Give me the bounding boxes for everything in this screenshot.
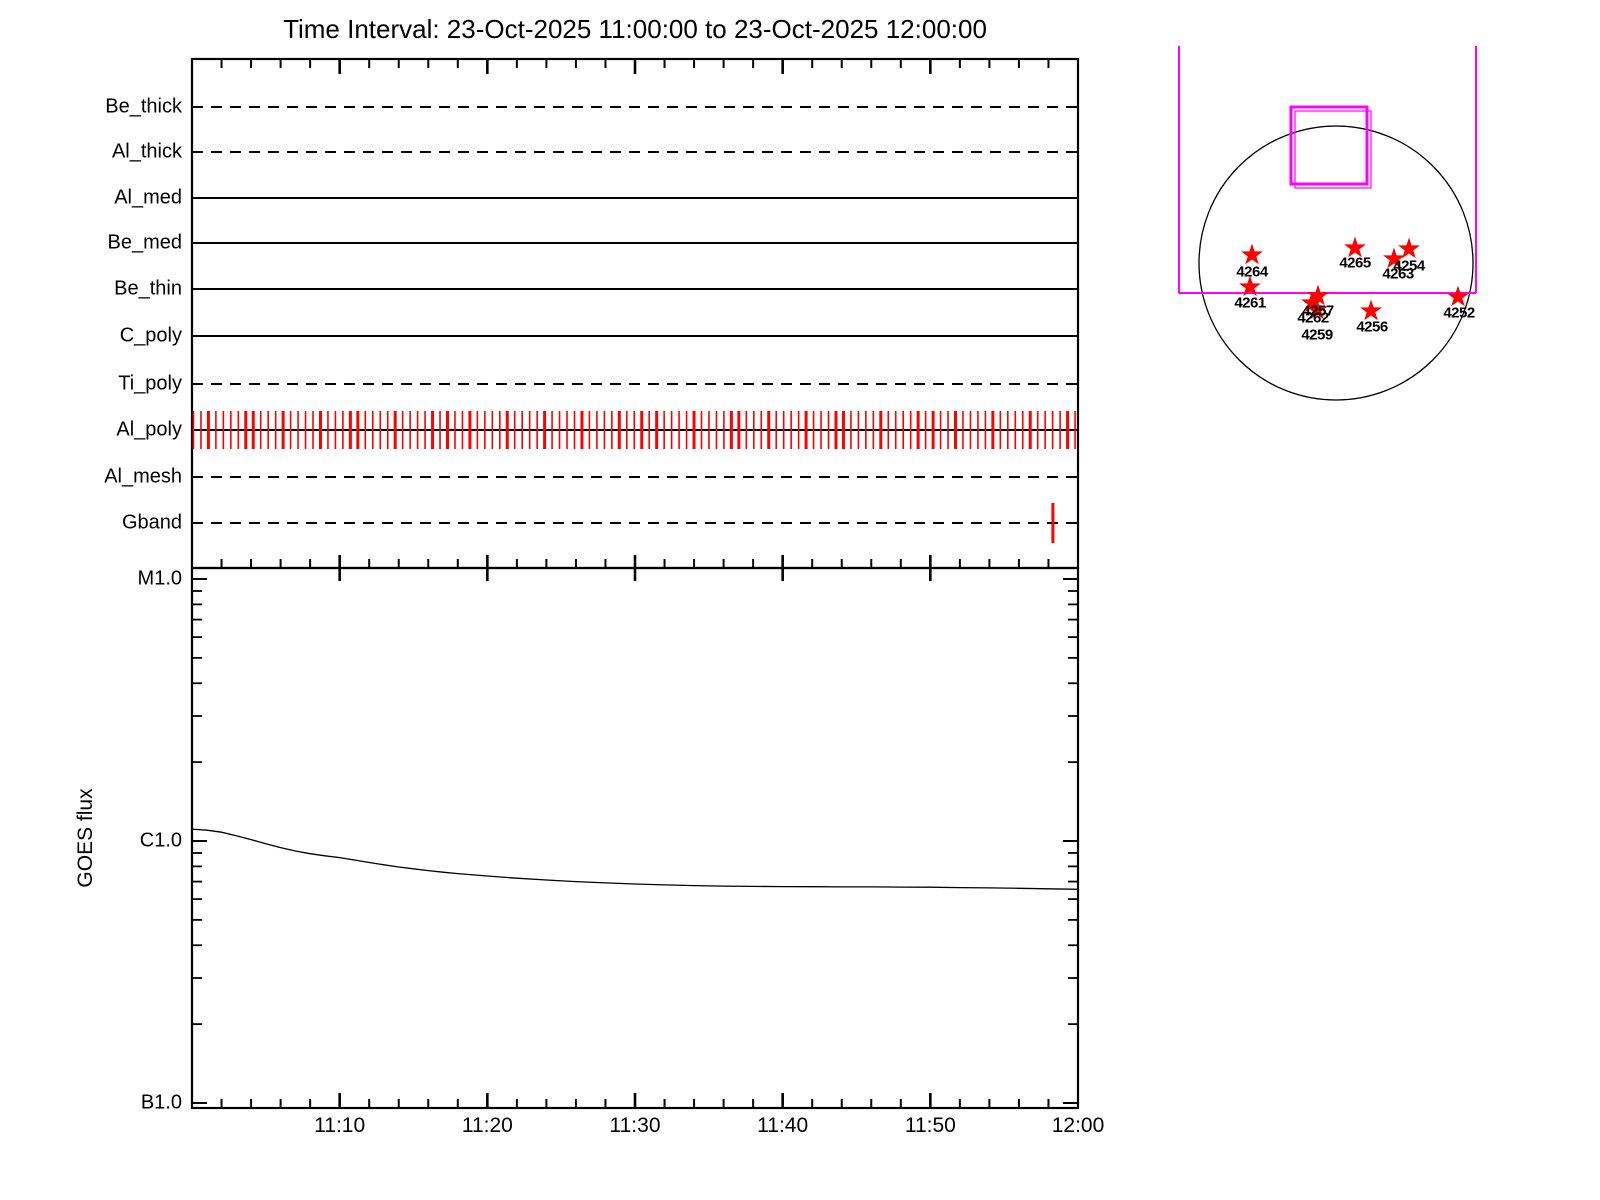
- active-region-label-4265: 4265: [1339, 254, 1371, 272]
- pointing-box-inner: [1294, 110, 1372, 189]
- time-tick-label-1150: 11:50: [904, 1114, 956, 1137]
- active-region-label-4252: 4252: [1443, 304, 1475, 322]
- filter-label-ti_poly: Ti_poly: [118, 372, 182, 395]
- plot-title: Time Interval: 23-Oct-2025 11:00:00 to 2…: [283, 14, 987, 44]
- filter-label-be_med: Be_med: [107, 231, 183, 254]
- active-region-label-4256: 4256: [1356, 318, 1388, 336]
- active-region-label-4262: 4262: [1297, 309, 1329, 327]
- filter-panel-frame: [190, 57, 1080, 570]
- goes-panel-frame: [190, 566, 1080, 1110]
- goes-ytick-label-m1.0: M1.0: [137, 567, 182, 590]
- goes-flux-axis-title: GOES flux: [74, 788, 97, 888]
- active-region-label-4259: 4259: [1301, 326, 1333, 344]
- filter-label-al_mesh: Al_mesh: [104, 465, 182, 488]
- filter-label-al_med: Al_med: [114, 186, 182, 209]
- plot-graphics: [190, 46, 1477, 1110]
- pointing-box-outer: [1289, 105, 1369, 186]
- time-tick-label-1200: 12:00: [1051, 1114, 1105, 1137]
- filter-label-be_thick: Be_thick: [105, 95, 182, 118]
- filter-label-be_thin: Be_thin: [114, 277, 182, 300]
- time-tick-label-1140: 11:40: [757, 1114, 809, 1137]
- active-region-label-4254: 4254: [1393, 257, 1425, 275]
- time-tick-label-1120: 11:20: [461, 1114, 513, 1137]
- goes-ytick-label-b1.0: B1.0: [140, 1091, 182, 1114]
- filter-label-al_poly: Al_poly: [116, 418, 182, 441]
- goes-ytick-label-c1.0: C1.0: [139, 829, 182, 852]
- active-region-star-4264: [1241, 243, 1263, 265]
- goes-flux-curve: [191, 828, 1079, 890]
- active-region-label-4264: 4264: [1236, 263, 1268, 281]
- active-region-label-4261: 4261: [1234, 294, 1266, 312]
- filter-label-gband: Gband: [121, 511, 182, 534]
- filter-label-al_thick: Al_thick: [111, 140, 182, 163]
- observation-summary-plot: Time Interval: 23-Oct-2025 11:00:00 to 2…: [0, 0, 1600, 1200]
- active-region-star-4254: [1398, 237, 1420, 259]
- filter-label-c_poly: C_poly: [119, 324, 182, 347]
- time-tick-label-1110: 11:10: [314, 1114, 366, 1137]
- active-region-star-4256: [1360, 299, 1382, 321]
- time-tick-label-1130: 11:30: [609, 1114, 661, 1137]
- active-region-star-4252: [1447, 285, 1469, 307]
